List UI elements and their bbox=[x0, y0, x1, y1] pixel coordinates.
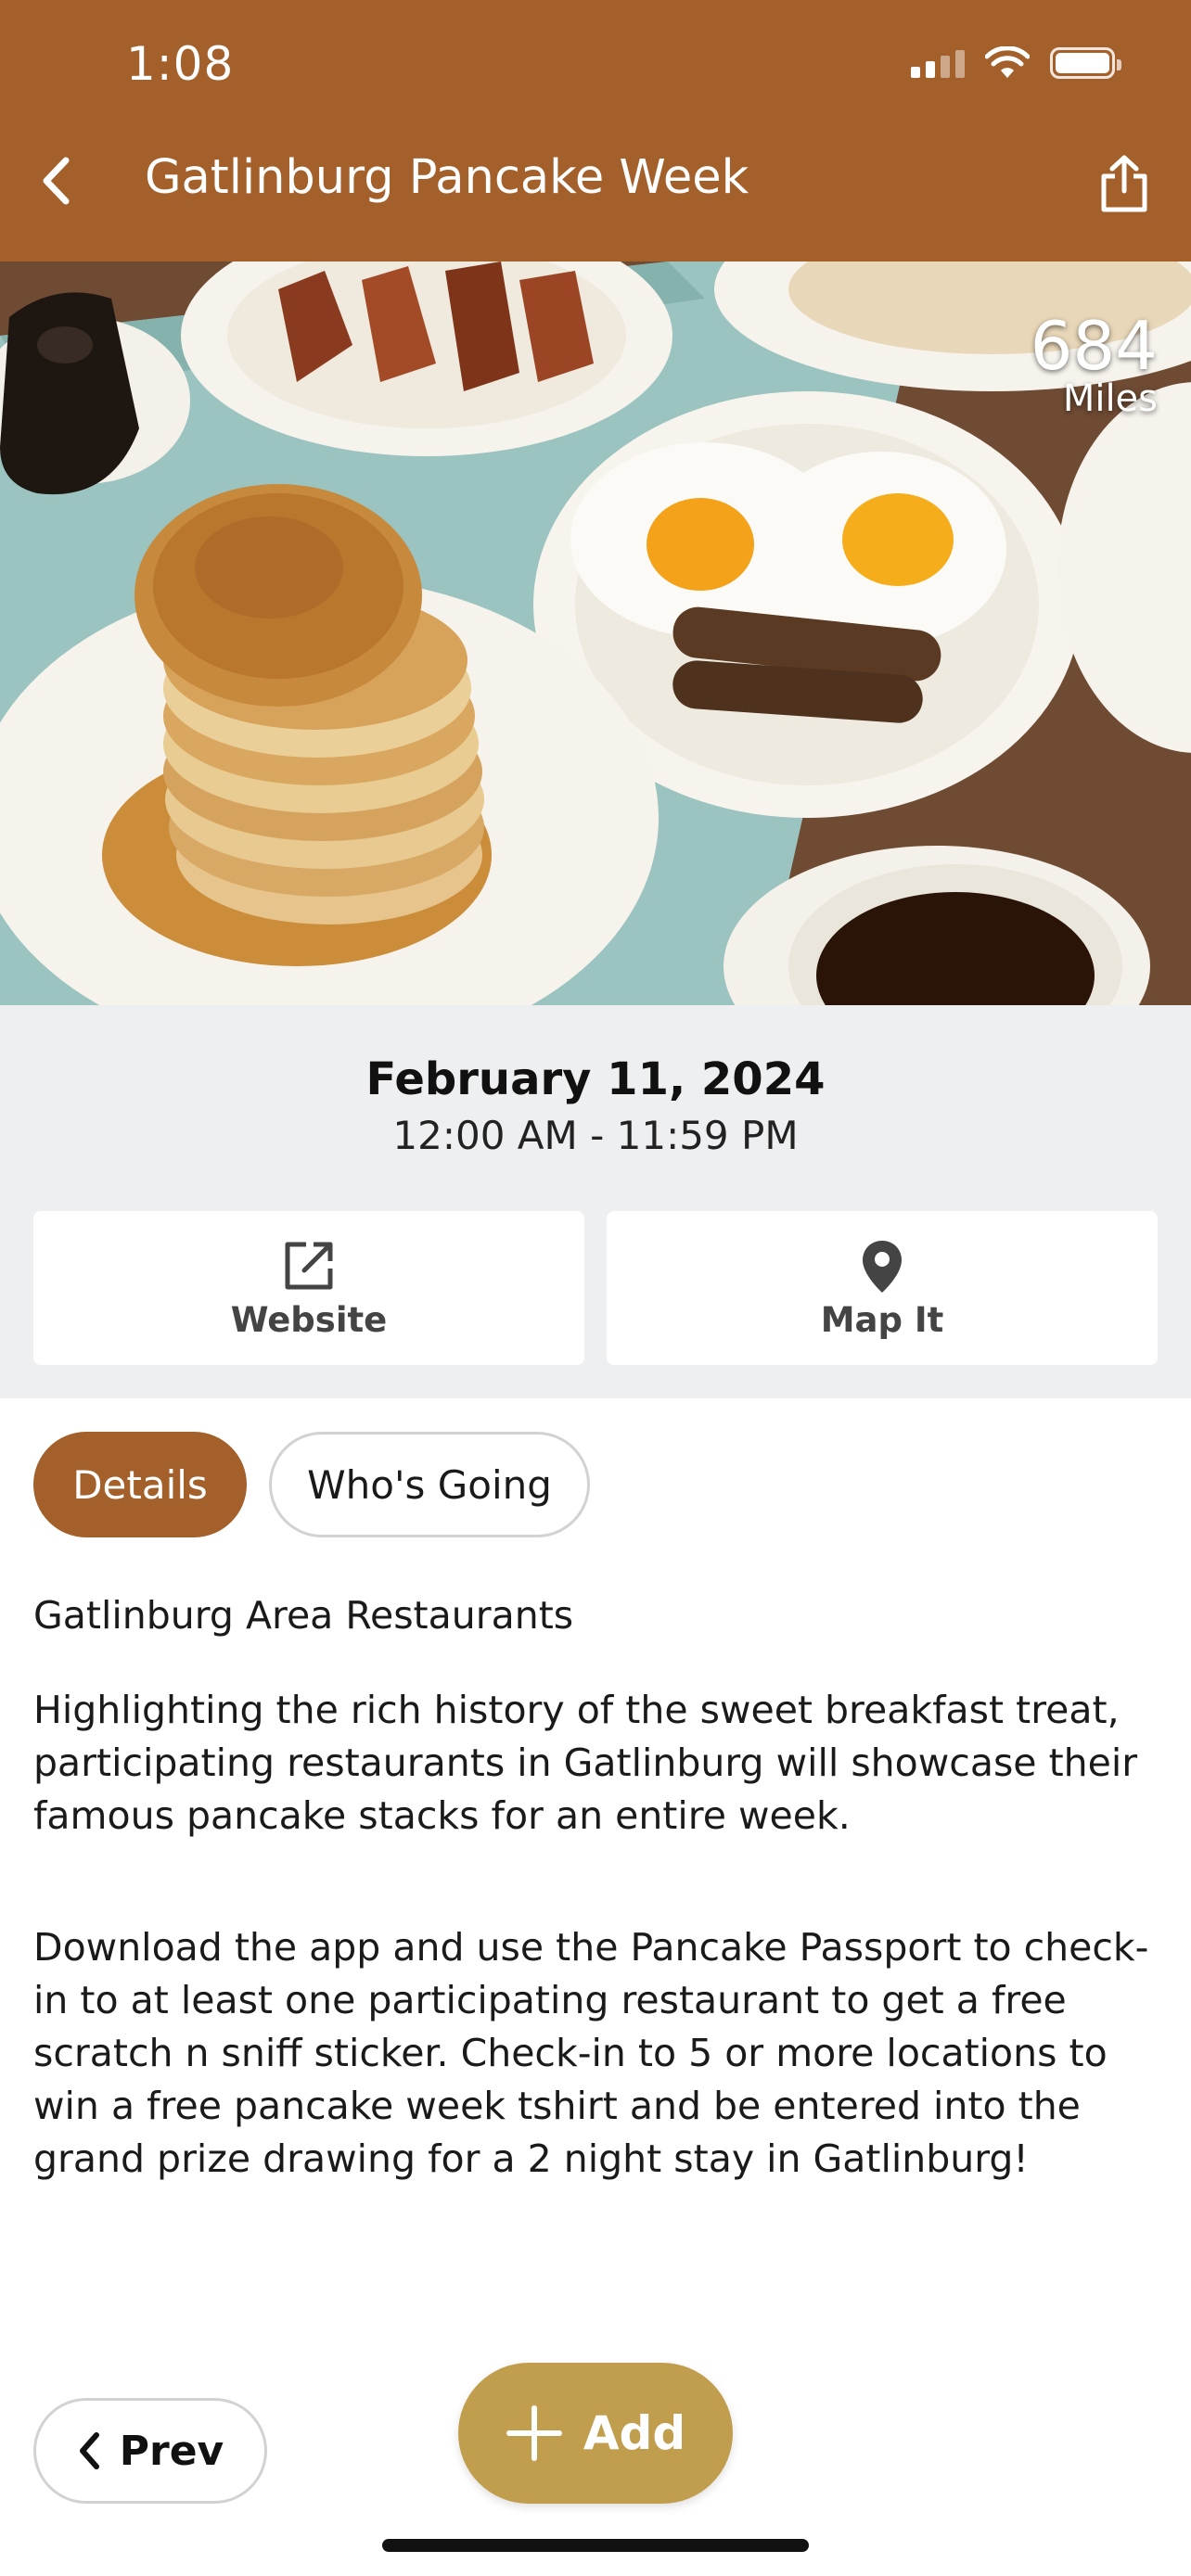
page-title: Gatlinburg Pancake Week bbox=[145, 150, 749, 205]
plus-icon bbox=[506, 2405, 562, 2461]
prev-label: Prev bbox=[119, 2427, 224, 2475]
status-time: 1:08 bbox=[126, 37, 235, 91]
event-description-1: Highlighting the rich history of the swe… bbox=[33, 1688, 1138, 1838]
distance-unit: Miles bbox=[1062, 377, 1158, 420]
event-date: February 11, 2024 bbox=[365, 1053, 826, 1105]
event-time-range: 12:00 AM - 11:59 PM bbox=[392, 1113, 799, 1158]
back-button[interactable] bbox=[28, 148, 83, 213]
share-button[interactable] bbox=[1089, 148, 1159, 219]
map-it-button[interactable]: Map It bbox=[607, 1211, 1158, 1365]
wifi-icon bbox=[985, 46, 1030, 78]
battery-icon bbox=[1050, 47, 1121, 79]
share-icon bbox=[1101, 155, 1147, 212]
event-description-2: Download the app and use the Pancake Pas… bbox=[33, 1925, 1149, 2181]
external-link-icon bbox=[285, 1242, 333, 1290]
app-header: 1:08 Gatlinburg Pancake Week bbox=[0, 0, 1191, 261]
event-venue: Gatlinburg Area Restaurants bbox=[33, 1593, 574, 1638]
cellular-signal-icon bbox=[911, 48, 965, 78]
tab-whos-going[interactable]: Who's Going bbox=[269, 1432, 590, 1537]
website-label: Website bbox=[230, 1300, 388, 1340]
distance-value: 684 bbox=[1030, 307, 1158, 385]
map-it-label: Map It bbox=[820, 1300, 944, 1340]
distance-badge: 684 Miles bbox=[1031, 312, 1158, 417]
breakfast-photo bbox=[0, 261, 1191, 1005]
tab-details[interactable]: Details bbox=[33, 1432, 247, 1537]
prev-button[interactable]: Prev bbox=[33, 2398, 267, 2504]
add-label: Add bbox=[583, 2406, 686, 2460]
status-icons bbox=[911, 46, 1121, 80]
map-pin-icon bbox=[863, 1241, 902, 1293]
chevron-left-icon bbox=[79, 2432, 99, 2469]
add-button[interactable]: Add bbox=[458, 2363, 733, 2504]
chevron-left-icon bbox=[43, 157, 70, 205]
event-date-panel: February 11, 2024 12:00 AM - 11:59 PM We… bbox=[0, 1005, 1191, 1398]
website-button[interactable]: Website bbox=[33, 1211, 584, 1365]
home-indicator bbox=[382, 2539, 809, 2552]
event-hero-image: 684 Miles bbox=[0, 261, 1191, 1005]
